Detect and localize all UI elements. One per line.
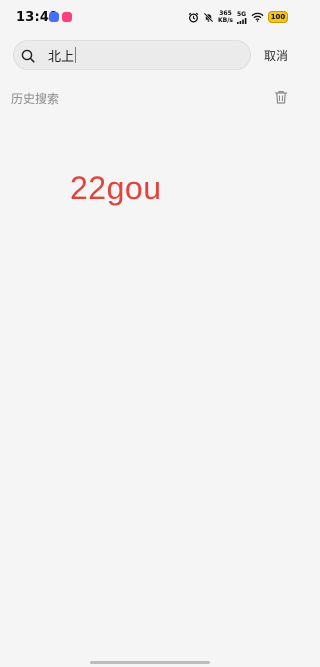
history-section-header: 历史搜索 bbox=[11, 90, 289, 108]
network-type: 5G bbox=[237, 10, 247, 18]
battery-indicator: 100 bbox=[268, 11, 288, 23]
alarm-icon bbox=[188, 12, 199, 23]
wifi-icon bbox=[251, 12, 264, 22]
search-input-value: 北上 bbox=[48, 49, 75, 65]
cancel-button[interactable]: 取消 bbox=[264, 47, 288, 64]
app-notification-icon bbox=[49, 12, 59, 22]
history-title: 历史搜索 bbox=[11, 92, 60, 106]
app-notification-icon bbox=[62, 12, 72, 22]
status-bar: 13:49 365 KB/s 5G 100 bbox=[0, 0, 300, 34]
signal-bars-icon bbox=[237, 17, 247, 24]
search-icon bbox=[21, 48, 35, 63]
network-speed: 365 KB/s bbox=[218, 10, 233, 24]
cellular-signal: 5G bbox=[237, 11, 247, 24]
search-box[interactable]: 北上 bbox=[13, 40, 251, 70]
search-row: 北上 取消 bbox=[0, 40, 300, 70]
status-indicators: 365 KB/s 5G 100 bbox=[188, 9, 288, 25]
network-speed-value: 365 bbox=[219, 10, 232, 17]
overlay-text: 22gou bbox=[70, 170, 162, 206]
trash-icon[interactable] bbox=[273, 89, 289, 105]
mute-bell-icon bbox=[203, 12, 214, 23]
network-speed-unit: KB/s bbox=[218, 17, 233, 24]
text-cursor bbox=[75, 47, 77, 63]
search-input[interactable]: 北上 bbox=[48, 46, 238, 65]
home-indicator[interactable] bbox=[90, 661, 210, 664]
